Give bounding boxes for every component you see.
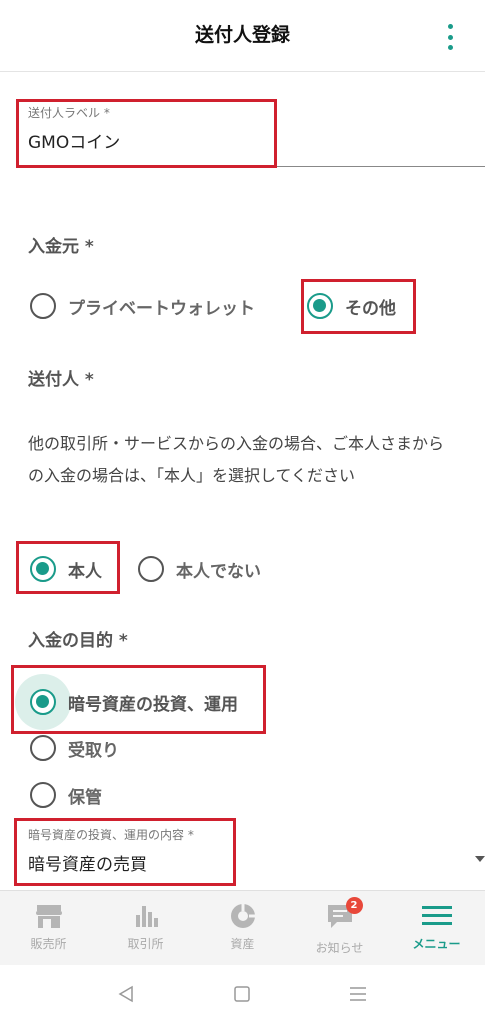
- recent-apps-icon[interactable]: [349, 985, 367, 1003]
- radio-circle-icon: [30, 735, 56, 761]
- nav-item-assets[interactable]: 資産: [194, 891, 291, 965]
- nav-label: 資産: [230, 937, 255, 951]
- sender-description: 他の取引所・サービスからの入金の場合、ご本人さまからの入金の場合は、「本人」を選…: [28, 434, 445, 485]
- nav-label: お知らせ: [315, 941, 364, 955]
- deposit-source-title: 入金元 *: [28, 237, 94, 257]
- sender-title: 送付人 *: [28, 370, 94, 390]
- nav-item-notifications[interactable]: 2 お知らせ: [291, 891, 388, 965]
- radio-circle-icon: [138, 556, 164, 582]
- radio-circle-icon: [30, 293, 56, 319]
- bar-chart-icon: [135, 906, 158, 927]
- shop-icon: [35, 905, 62, 928]
- nav-item-menu[interactable]: メニュー: [388, 891, 485, 965]
- nav-label: 取引所: [127, 937, 164, 951]
- radio-not-self[interactable]: 本人でない: [138, 556, 261, 582]
- pie-chart-icon: [230, 904, 255, 928]
- purpose-title: 入金の目的 *: [28, 631, 128, 651]
- nav-label: メニュー: [412, 937, 461, 951]
- system-navigation-bar: [0, 965, 485, 1024]
- back-icon[interactable]: [117, 985, 135, 1003]
- notification-badge: 2: [345, 897, 363, 914]
- more-options-icon[interactable]: [443, 24, 457, 50]
- radio-private-wallet[interactable]: プライベートウォレット: [30, 293, 255, 319]
- dropdown-arrow-icon[interactable]: [475, 856, 485, 862]
- highlight-box: [11, 665, 266, 734]
- nav-label: 販売所: [30, 937, 67, 951]
- page-title: 送付人登録: [194, 24, 290, 46]
- radio-storage[interactable]: 保管: [30, 782, 102, 808]
- hamburger-icon: [421, 906, 452, 925]
- home-icon[interactable]: [233, 985, 251, 1003]
- nav-item-exchange[interactable]: 取引所: [97, 891, 194, 965]
- radio-receive[interactable]: 受取り: [30, 735, 119, 761]
- app-header: 送付人登録: [0, 0, 485, 72]
- radio-label: 本人でない: [176, 561, 261, 582]
- bottom-navigation: 販売所 取引所 資産 2 お知らせ メニュー: [0, 890, 485, 965]
- radio-label: 保管: [68, 787, 102, 808]
- radio-circle-icon: [30, 782, 56, 808]
- highlight-box: [16, 541, 120, 594]
- radio-label: 受取り: [68, 740, 119, 761]
- radio-label: プライベートウォレット: [68, 298, 255, 319]
- nav-item-shop[interactable]: 販売所: [0, 891, 97, 965]
- highlight-box: [14, 818, 236, 886]
- highlight-box: [301, 279, 416, 334]
- highlight-box: [16, 99, 277, 168]
